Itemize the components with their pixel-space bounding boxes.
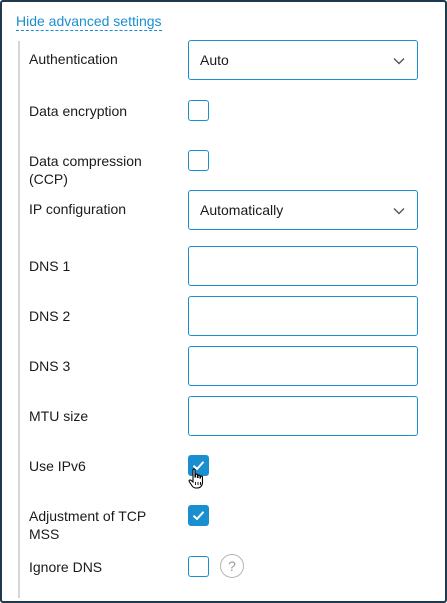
authentication-select[interactable]: Auto [188,40,418,80]
data-compression-checkbox[interactable] [188,150,209,171]
chevron-down-icon [393,58,405,65]
help-icon[interactable]: ? [220,554,244,578]
hand-pointer-icon [188,468,204,489]
dns1-input[interactable] [188,246,418,286]
data-compression-label: Data compression (CCP) [29,153,142,187]
data-encryption-label: Data encryption [29,103,128,119]
mtu-size-label: MTU size [29,408,89,424]
hide-advanced-settings-link[interactable]: Hide advanced settings [16,12,162,31]
ip-configuration-select[interactable]: Automatically [188,190,418,230]
dns3-label: DNS 3 [29,358,71,374]
ip-configuration-label: IP configuration [29,201,127,217]
section-rail [18,41,20,598]
dns2-label: DNS 2 [29,308,71,324]
ignore-dns-checkbox[interactable] [188,556,209,577]
authentication-label: Authentication [29,51,118,67]
use-ipv6-label: Use IPv6 [29,458,86,474]
chevron-down-icon [393,208,405,215]
dns1-label: DNS 1 [29,258,71,274]
data-encryption-checkbox[interactable] [188,100,209,121]
tcp-mss-checkbox[interactable] [188,505,209,526]
ip-configuration-value: Automatically [200,202,284,218]
dns2-input[interactable] [188,296,418,336]
mtu-size-input[interactable] [188,396,418,436]
authentication-value: Auto [200,52,229,68]
ignore-dns-label: Ignore DNS [29,559,103,575]
settings-panel: Hide advanced settings Authentication Au… [0,0,447,603]
tcp-mss-label: Adjustment of TCP MSS [29,508,147,542]
checkmark-icon [192,511,205,521]
dns3-input[interactable] [188,346,418,386]
